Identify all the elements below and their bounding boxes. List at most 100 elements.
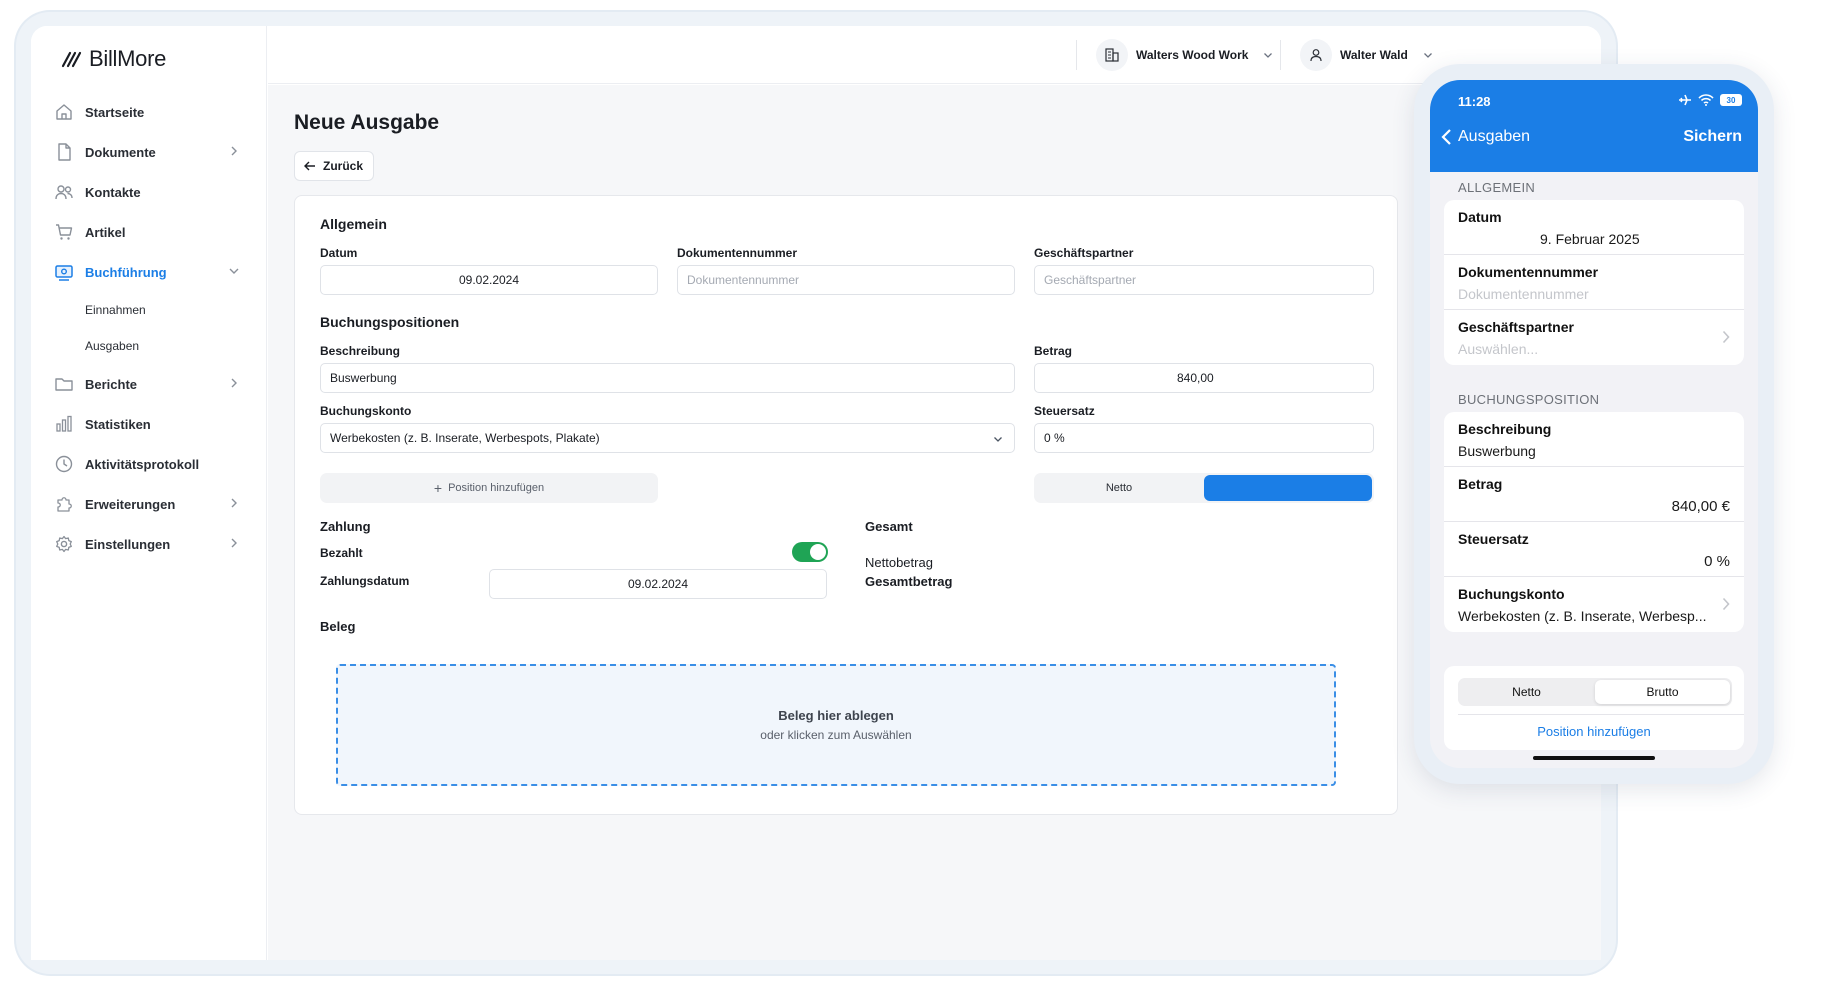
desktop-app: BillMore Startseite Dokumente Kontakte A… [31, 26, 1601, 960]
user-menu[interactable]: Walter Wald [1300, 36, 1434, 74]
chevron-down-icon [229, 268, 239, 274]
payment-date-label: Zahlungsdatum [320, 574, 410, 588]
clock-icon [53, 453, 75, 475]
segment-netto[interactable]: Netto [1034, 473, 1204, 503]
receipt-dropzone[interactable]: Beleg hier ablegen oder klicken zum Ausw… [336, 664, 1336, 786]
amount-label: Betrag [1034, 344, 1073, 358]
folder-icon [53, 373, 75, 395]
sidebar-item-erweiterungen[interactable]: Erweiterungen [51, 484, 249, 524]
wifi-icon [1698, 94, 1714, 106]
phone-tax-value: 0 % [1704, 553, 1730, 570]
phone-row-account[interactable]: Buchungskonto Werbekosten (z. B. Inserat… [1444, 577, 1744, 632]
sidebar-subitem-einnahmen[interactable]: Einnahmen [51, 292, 249, 328]
date-field[interactable]: 09.02.2024 [320, 265, 658, 295]
phone-app: 11:28 30 Ausgaben Sichern ALLGEMEIN Datu… [1430, 80, 1758, 768]
sidebar-item-label: Einstellungen [85, 536, 171, 552]
topbar-divider [1280, 40, 1281, 70]
section-title-general: Allgemein [320, 216, 387, 232]
account-select[interactable]: Werbekosten (z. B. Inserate, Werbespots,… [320, 423, 1015, 453]
sidebar-item-einstellungen[interactable]: Einstellungen [51, 524, 249, 564]
section-title-receipt: Beleg [320, 619, 356, 634]
account-select-value: Werbekosten (z. B. Inserate, Werbespots,… [330, 431, 600, 445]
amount-field[interactable]: 840,00 [1034, 363, 1374, 393]
sidebar-item-berichte[interactable]: Berichte [51, 364, 249, 404]
chevron-left-icon [1441, 129, 1451, 145]
gear-icon [53, 533, 75, 555]
page-title: Neue Ausgabe [294, 111, 440, 134]
phone-add-position-button[interactable]: Position hinzufügen [1444, 724, 1744, 739]
paid-label: Bezahlt [320, 546, 363, 560]
phone-status-time: 11:28 [1458, 94, 1491, 109]
sidebar-subitem-ausgaben[interactable]: Ausgaben [51, 328, 249, 364]
phone-section-general: ALLGEMEIN [1458, 180, 1536, 195]
sidebar-nav: Startseite Dokumente Kontakte Artikel Bu… [51, 92, 249, 564]
phone-netto-brutto-toggle[interactable]: Netto Brutto [1458, 678, 1732, 706]
add-position-button[interactable]: + Position hinzufügen [320, 473, 658, 503]
company-switcher[interactable]: Walters Wood Work [1096, 36, 1274, 74]
sidebar-item-artikel[interactable]: Artikel [51, 212, 249, 252]
back-button[interactable]: Zurück [294, 151, 375, 181]
partner-field[interactable]: Geschäftspartner [1034, 265, 1374, 295]
phone-status-icons: 30 [1678, 94, 1742, 106]
document-icon [53, 141, 75, 163]
phone-back-button[interactable]: Ausgaben [1440, 128, 1530, 146]
sidebar-item-kontakte[interactable]: Kontakte [51, 172, 249, 212]
phone-segment-brutto[interactable]: Brutto [1595, 680, 1730, 704]
expense-form-card: Allgemein Datum 09.02.2024 Dokumentennum… [294, 195, 1398, 815]
sidebar-item-buchfuehrung[interactable]: Buchführung [51, 252, 249, 292]
phone-date-label: Datum [1458, 209, 1502, 225]
phone-row-docnum[interactable]: Dokumentennummer Dokumentennummer [1444, 255, 1744, 310]
paid-toggle[interactable] [792, 542, 828, 562]
description-field[interactable]: Buswerbung [320, 363, 1015, 393]
date-label: Datum [320, 246, 358, 260]
stats-icon [53, 413, 75, 435]
sidebar-item-dokumente[interactable]: Dokumente [51, 132, 249, 172]
segment-selected[interactable] [1204, 475, 1372, 501]
contacts-icon [53, 181, 75, 203]
chevron-right-icon [231, 538, 237, 548]
topbar-divider [1076, 40, 1077, 70]
phone-segment-netto[interactable]: Netto [1458, 678, 1595, 706]
phone-row-partner[interactable]: Geschäftspartner Auswählen... [1444, 310, 1744, 365]
docnum-field[interactable]: Dokumentennummer [677, 265, 1015, 295]
phone-amount-label: Betrag [1458, 476, 1503, 492]
user-icon [1300, 39, 1332, 71]
phone-row-tax[interactable]: Steuersatz 0 % [1444, 522, 1744, 577]
gross-amount-label: Gesamtbetrag [865, 574, 953, 589]
user-name: Walter Wald [1340, 48, 1408, 62]
airplane-icon [1679, 94, 1691, 106]
phone-row-description[interactable]: Beschreibung Buswerbung [1444, 412, 1744, 467]
partner-label: Geschäftspartner [1034, 246, 1134, 260]
chevron-right-icon [1722, 330, 1730, 344]
phone-description-value: Buswerbung [1458, 443, 1536, 459]
sidebar-item-label: Berichte [85, 376, 138, 392]
phone-row-date[interactable]: Datum 9. Februar 2025 [1444, 200, 1744, 255]
tax-select[interactable]: 0 % [1034, 423, 1374, 453]
main-content: Neue Ausgabe Zurück Allgemein Datum 09.0… [268, 85, 1601, 960]
phone-account-label: Buchungskonto [1458, 586, 1565, 602]
sidebar-item-aktivitaetsprotokoll[interactable]: Aktivitätsprotokoll [51, 444, 249, 484]
screenshot-stage: BillMore Startseite Dokumente Kontakte A… [0, 0, 1828, 984]
battery-icon: 30 [1720, 94, 1742, 106]
docnum-label: Dokumentennummer [677, 246, 798, 260]
chevron-right-icon [231, 146, 237, 156]
phone-row-amount[interactable]: Betrag 840,00 € [1444, 467, 1744, 522]
logo-icon [61, 51, 82, 68]
brand-logo[interactable]: BillMore [61, 46, 166, 72]
sidebar-item-startseite[interactable]: Startseite [51, 92, 249, 132]
sidebar-item-label: Kontakte [85, 184, 141, 200]
phone-divider [1458, 714, 1744, 715]
sidebar-item-label: Erweiterungen [85, 496, 176, 512]
phone-tax-label: Steuersatz [1458, 531, 1529, 547]
phone-back-label: Ausgaben [1458, 128, 1531, 145]
phone-group-position: Beschreibung Buswerbung Betrag 840,00 € … [1444, 412, 1744, 632]
phone-save-button[interactable]: Sichern [1683, 128, 1742, 146]
payment-date-field[interactable]: 09.02.2024 [489, 569, 827, 599]
add-position-label: Position hinzufügen [448, 482, 545, 494]
sidebar-item-statistiken[interactable]: Statistiken [51, 404, 249, 444]
sidebar-item-label: Aktivitätsprotokoll [85, 456, 200, 472]
sidebar-item-label: Startseite [85, 104, 145, 120]
home-indicator [1533, 756, 1655, 760]
sidebar-item-label: Artikel [85, 224, 126, 240]
netto-brutto-toggle[interactable]: Netto [1034, 473, 1374, 503]
